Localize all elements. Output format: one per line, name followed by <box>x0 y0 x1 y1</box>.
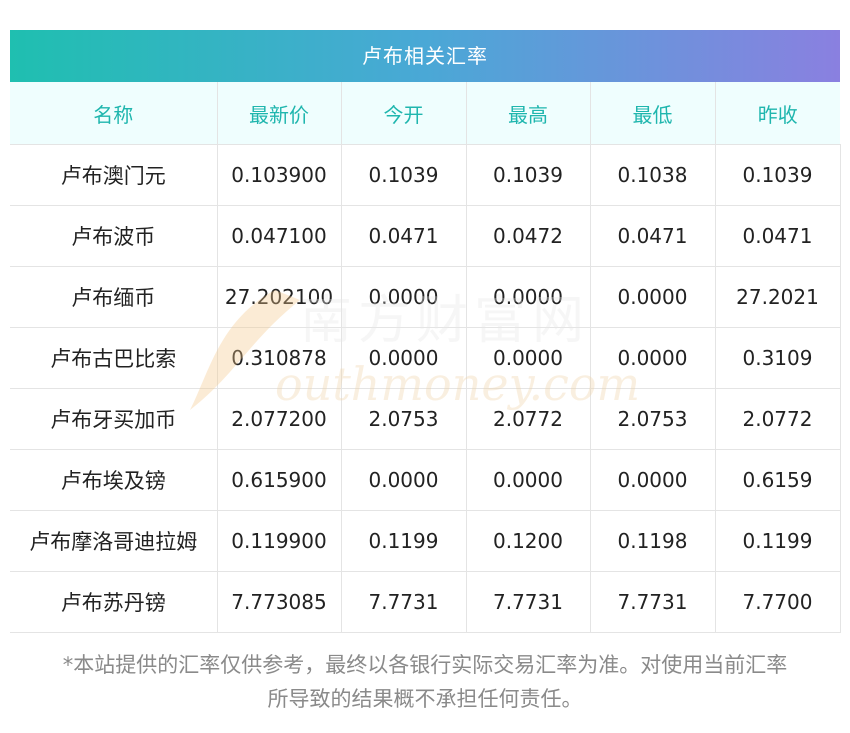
row-name: 卢布古巴比索 <box>10 327 218 389</box>
disclaimer-line-2: 所导致的结果概不承担任何责任。 <box>267 687 583 711</box>
table-row: 卢布埃及镑 0.615900 0.0000 0.0000 0.0000 0.61… <box>10 449 841 511</box>
row-high: 2.0772 <box>466 388 591 450</box>
row-name: 卢布埃及镑 <box>10 449 218 511</box>
row-prev-close: 0.0471 <box>715 205 841 267</box>
row-low: 0.1038 <box>590 144 716 206</box>
row-open: 0.0471 <box>341 205 467 267</box>
disclaimer: *本站提供的汇率仅供参考，最终以各银行实际交易汇率为准。对使用当前汇率 所导致的… <box>0 648 850 716</box>
row-prev-close: 0.1039 <box>715 144 841 206</box>
row-name: 卢布摩洛哥迪拉姆 <box>10 510 218 572</box>
row-high: 0.0472 <box>466 205 591 267</box>
row-prev-close: 0.3109 <box>715 327 841 389</box>
row-low: 7.7731 <box>590 571 716 633</box>
row-name: 卢布苏丹镑 <box>10 571 218 633</box>
header-name: 名称 <box>10 82 218 145</box>
row-latest: 2.077200 <box>217 388 342 450</box>
row-open: 0.0000 <box>341 327 467 389</box>
header-high: 最高 <box>466 82 591 145</box>
row-prev-close: 0.1199 <box>715 510 841 572</box>
row-open: 0.1199 <box>341 510 467 572</box>
exchange-rate-table: 名称 最新价 今开 最高 最低 昨收 卢布澳门元 0.103900 0.1039… <box>10 82 841 633</box>
row-open: 0.0000 <box>341 266 467 328</box>
row-open: 0.1039 <box>341 144 467 206</box>
disclaimer-line-1: *本站提供的汇率仅供参考，最终以各银行实际交易汇率为准。对使用当前汇率 <box>62 653 788 677</box>
row-high: 0.0000 <box>466 327 591 389</box>
table-row: 卢布牙买加币 2.077200 2.0753 2.0772 2.0753 2.0… <box>10 388 841 450</box>
row-name: 卢布波币 <box>10 205 218 267</box>
row-latest: 0.310878 <box>217 327 342 389</box>
table-row: 卢布波币 0.047100 0.0471 0.0472 0.0471 0.047… <box>10 205 841 267</box>
row-high: 0.1200 <box>466 510 591 572</box>
table-title: 卢布相关汇率 <box>10 30 840 82</box>
row-prev-close: 2.0772 <box>715 388 841 450</box>
table-row: 卢布摩洛哥迪拉姆 0.119900 0.1199 0.1200 0.1198 0… <box>10 510 841 572</box>
row-open: 2.0753 <box>341 388 467 450</box>
row-latest: 7.773085 <box>217 571 342 633</box>
row-high: 0.1039 <box>466 144 591 206</box>
row-latest: 0.119900 <box>217 510 342 572</box>
row-prev-close: 7.7700 <box>715 571 841 633</box>
table-row: 卢布苏丹镑 7.773085 7.7731 7.7731 7.7731 7.77… <box>10 571 841 633</box>
table-row: 卢布古巴比索 0.310878 0.0000 0.0000 0.0000 0.3… <box>10 327 841 389</box>
table-row: 卢布缅币 27.202100 0.0000 0.0000 0.0000 27.2… <box>10 266 841 328</box>
header-low: 最低 <box>590 82 716 145</box>
exchange-rate-card: 卢布相关汇率 名称 最新价 今开 最高 最低 昨收 卢布澳门元 0.103900… <box>10 30 841 633</box>
row-latest: 0.103900 <box>217 144 342 206</box>
row-latest: 0.615900 <box>217 449 342 511</box>
row-open: 0.0000 <box>341 449 467 511</box>
row-name: 卢布缅币 <box>10 266 218 328</box>
row-prev-close: 0.6159 <box>715 449 841 511</box>
row-prev-close: 27.2021 <box>715 266 841 328</box>
row-high: 0.0000 <box>466 449 591 511</box>
row-latest: 27.202100 <box>217 266 342 328</box>
row-low: 0.0000 <box>590 327 716 389</box>
table-header-row: 名称 最新价 今开 最高 最低 昨收 <box>10 82 840 145</box>
row-high: 0.0000 <box>466 266 591 328</box>
row-latest: 0.047100 <box>217 205 342 267</box>
table-row: 卢布澳门元 0.103900 0.1039 0.1039 0.1038 0.10… <box>10 144 841 206</box>
row-low: 0.0000 <box>590 449 716 511</box>
row-name: 卢布牙买加币 <box>10 388 218 450</box>
header-latest: 最新价 <box>217 82 342 145</box>
header-prev-close: 昨收 <box>715 82 840 145</box>
row-open: 7.7731 <box>341 571 467 633</box>
row-high: 7.7731 <box>466 571 591 633</box>
row-low: 2.0753 <box>590 388 716 450</box>
header-open: 今开 <box>341 82 467 145</box>
row-low: 0.1198 <box>590 510 716 572</box>
row-low: 0.0471 <box>590 205 716 267</box>
row-low: 0.0000 <box>590 266 716 328</box>
row-name: 卢布澳门元 <box>10 144 218 206</box>
